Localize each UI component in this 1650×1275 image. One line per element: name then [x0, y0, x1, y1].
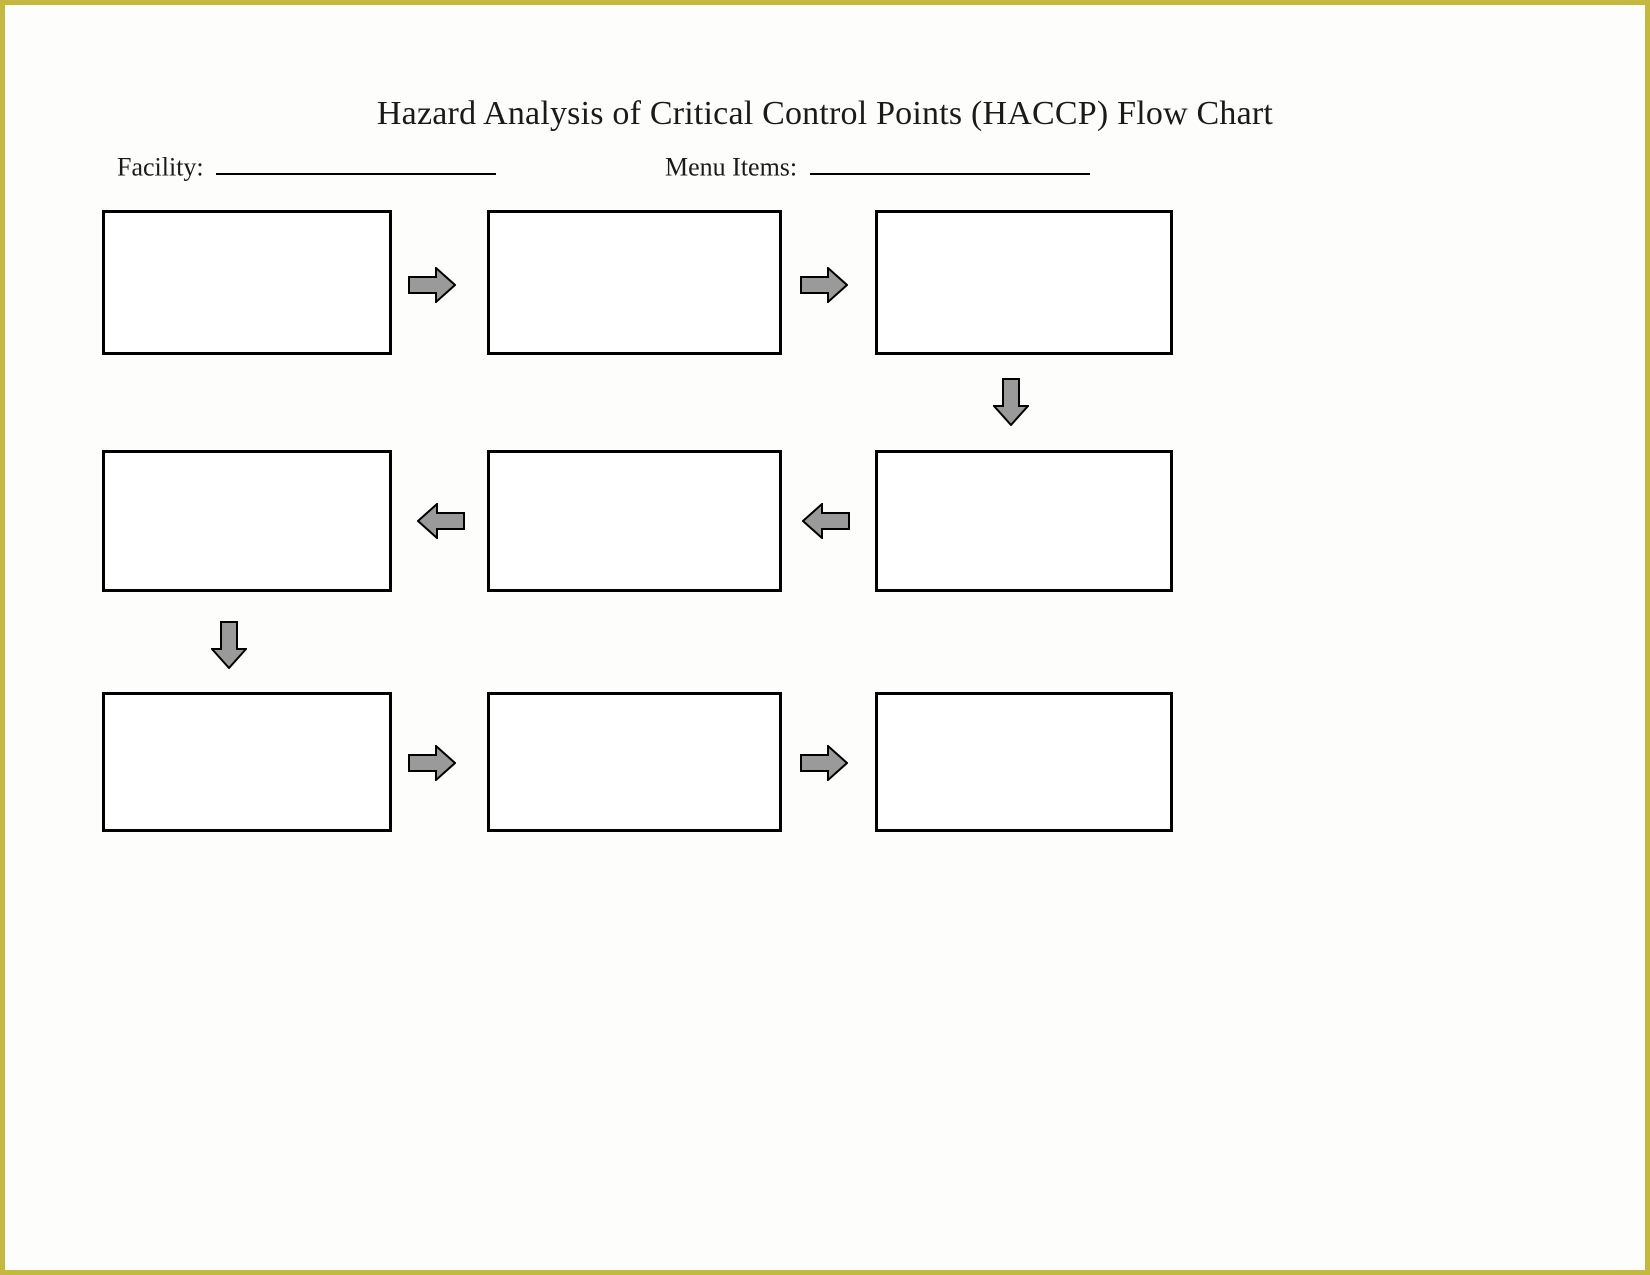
- arrow-right-icon: [800, 745, 848, 781]
- arrow-down-icon: [211, 621, 247, 669]
- menu-items-field: Menu Items:: [665, 150, 1090, 182]
- arrow-right-icon: [408, 267, 456, 303]
- facility-input-line[interactable]: [216, 150, 496, 175]
- flow-box-6[interactable]: [102, 450, 392, 592]
- flow-box-7[interactable]: [102, 692, 392, 832]
- flow-box-5[interactable]: [487, 450, 782, 592]
- page: Hazard Analysis of Critical Control Poin…: [0, 0, 1650, 1275]
- flow-box-4[interactable]: [875, 450, 1173, 592]
- menu-items-label: Menu Items:: [665, 152, 797, 181]
- page-title: Hazard Analysis of Critical Control Poin…: [5, 95, 1645, 133]
- arrow-right-icon: [800, 267, 848, 303]
- flow-box-1[interactable]: [102, 210, 392, 355]
- facility-label: Facility:: [117, 152, 204, 181]
- flow-box-8[interactable]: [487, 692, 782, 832]
- arrow-down-icon: [993, 378, 1029, 426]
- facility-field: Facility:: [117, 150, 496, 182]
- flow-box-2[interactable]: [487, 210, 782, 355]
- flow-box-9[interactable]: [875, 692, 1173, 832]
- menu-items-input-line[interactable]: [810, 150, 1090, 175]
- arrow-left-icon: [417, 503, 465, 539]
- arrow-left-icon: [802, 503, 850, 539]
- arrow-right-icon: [408, 745, 456, 781]
- flow-box-3[interactable]: [875, 210, 1173, 355]
